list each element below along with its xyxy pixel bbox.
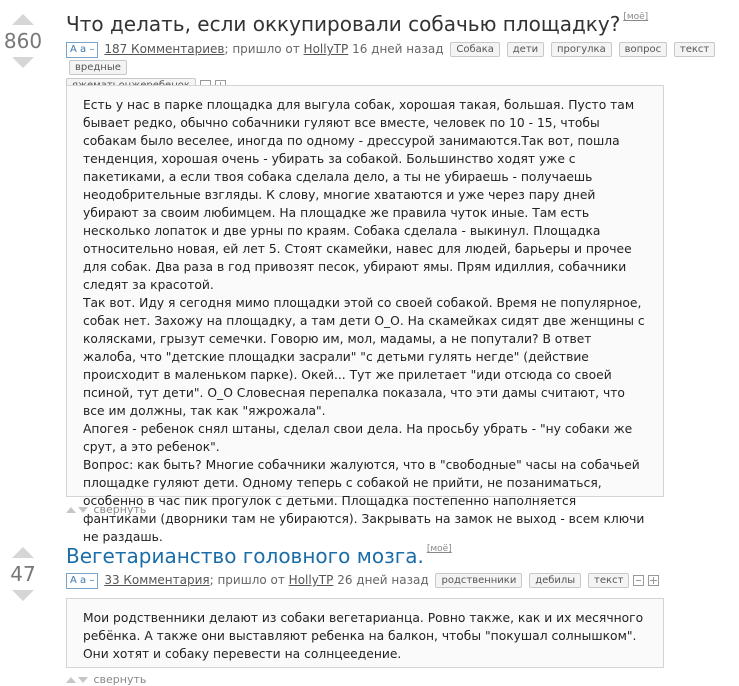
story-paragraph: Есть у нас в парке площадка для выгула с…: [83, 98, 635, 292]
comments-link[interactable]: 187 Комментариев: [104, 42, 224, 56]
tag[interactable]: дети: [506, 42, 545, 57]
collapse-button[interactable]: свернуть: [66, 503, 146, 516]
collapse-up-icon: [66, 677, 76, 683]
author-link[interactable]: HollyTP: [289, 573, 334, 587]
tag[interactable]: Собака: [450, 42, 500, 57]
upvote-icon[interactable]: [12, 14, 34, 25]
collapse-up-icon: [66, 507, 76, 513]
tag[interactable]: вредные: [69, 60, 127, 75]
save-icon[interactable]: [633, 575, 645, 586]
collapse-label[interactable]: свернуть: [94, 503, 147, 516]
collapse-down-icon: [78, 507, 88, 513]
post-age: 26 дней назад: [333, 573, 429, 587]
tag[interactable]: прогулка: [550, 42, 612, 57]
collapse-label[interactable]: свернуть: [94, 673, 147, 686]
upvote-icon[interactable]: [12, 547, 34, 558]
downvote-icon[interactable]: [12, 57, 34, 68]
story-title[interactable]: Что делать, если оккупировали собачью пл…: [66, 12, 648, 36]
story-paragraph: Так вот. Иду я сегодня мимо площадки это…: [83, 296, 645, 418]
story-title[interactable]: Вегетарианство головного мозга. [моё]: [66, 544, 452, 568]
vote-block: 47: [0, 547, 46, 601]
post-age: 16 дней назад: [348, 42, 444, 56]
story-score: 860: [3, 29, 43, 53]
tag[interactable]: родственники: [435, 573, 523, 588]
story-content: Мои родственники делают из собаки вегета…: [66, 598, 664, 668]
downvote-icon[interactable]: [12, 590, 34, 601]
vote-block: 860: [0, 14, 46, 68]
tag[interactable]: текст: [588, 573, 630, 588]
tag[interactable]: текст: [673, 42, 716, 57]
story-title-text[interactable]: Вегетарианство головного мозга.: [66, 544, 424, 568]
tag[interactable]: вопрос: [618, 42, 668, 57]
author-link[interactable]: HollyTP: [304, 42, 349, 56]
came-from-label: ; пришло от: [224, 42, 304, 56]
font-size-toggle[interactable]: A a –: [66, 41, 99, 58]
story-meta: A a – 33 Комментария; пришло от HollyTP 2…: [66, 571, 726, 589]
my-label[interactable]: [моё]: [623, 12, 648, 22]
collapse-button[interactable]: свернуть: [66, 673, 146, 686]
came-from-label: ; пришло от: [209, 573, 289, 587]
story-title-text[interactable]: Что делать, если оккупировали собачью пл…: [66, 12, 620, 36]
my-label[interactable]: [моё]: [427, 544, 452, 554]
collapse-down-icon: [78, 677, 88, 683]
story-score: 47: [10, 562, 36, 586]
story-paragraph: Апогея - ребенок снял штаны, сделал свои…: [83, 422, 633, 454]
tag[interactable]: дебилы: [529, 573, 582, 588]
add-icon[interactable]: [648, 575, 660, 586]
comments-link[interactable]: 33 Комментария: [104, 573, 209, 587]
story-content: Есть у нас в парке площадка для выгула с…: [66, 85, 664, 544]
story-paragraph: Мои родственники делают из собаки вегета…: [83, 611, 644, 661]
story-paragraph: Вопрос: как быть? Многие собачники жалую…: [83, 458, 645, 544]
font-size-toggle[interactable]: A a –: [66, 572, 99, 589]
